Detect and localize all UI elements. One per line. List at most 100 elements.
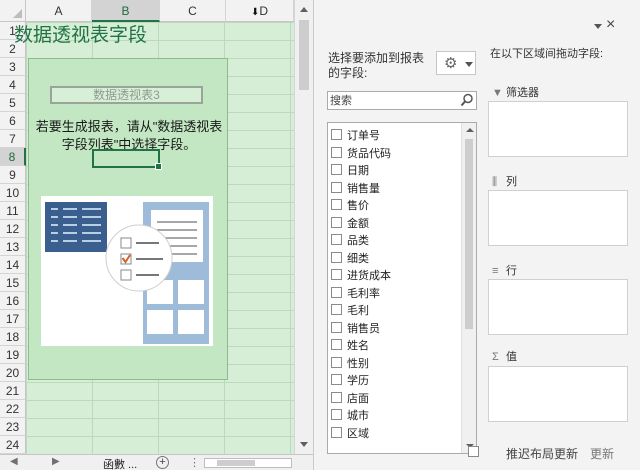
field-checkbox[interactable]: [331, 199, 342, 210]
row-header-14[interactable]: 14: [0, 256, 26, 274]
column-header-c[interactable]: C: [160, 0, 226, 22]
row-header-9[interactable]: 9: [0, 166, 26, 184]
filters-drop-zone[interactable]: [488, 101, 628, 157]
field-item[interactable]: 细类: [328, 249, 460, 266]
field-item[interactable]: 店面: [328, 389, 460, 406]
defer-update-checkbox[interactable]: [468, 446, 479, 457]
field-checkbox[interactable]: [331, 252, 342, 263]
field-checkbox[interactable]: [331, 269, 342, 280]
row-header-12[interactable]: 12: [0, 220, 26, 238]
field-checkbox[interactable]: [331, 164, 342, 175]
field-item[interactable]: 毛利: [328, 301, 460, 318]
row-header-15[interactable]: 15: [0, 274, 26, 292]
row-header-11[interactable]: 11: [0, 202, 26, 220]
column-header-a[interactable]: A: [26, 0, 92, 22]
select-all-corner[interactable]: [0, 0, 26, 22]
field-label: 毛利率: [347, 288, 380, 300]
field-checkbox[interactable]: [331, 339, 342, 350]
field-checkbox[interactable]: [331, 392, 342, 403]
field-item[interactable]: 进货成本: [328, 266, 460, 283]
field-search-box[interactable]: [327, 91, 477, 110]
sheet-tab[interactable]: 函數 ...: [103, 456, 137, 470]
row-header-3[interactable]: 3: [0, 58, 26, 76]
field-checkbox[interactable]: [331, 129, 342, 140]
field-checkbox[interactable]: [331, 374, 342, 385]
rows-area-header: ≡ 行: [492, 262, 517, 278]
field-item[interactable]: 毛利率: [328, 284, 460, 301]
search-icon[interactable]: [460, 93, 474, 107]
prev-sheet-icon[interactable]: ◀: [10, 456, 18, 467]
row-header-20[interactable]: 20: [0, 364, 26, 382]
row-header-8[interactable]: 8: [0, 148, 26, 166]
field-checkbox[interactable]: [331, 147, 342, 158]
values-drop-zone[interactable]: [488, 366, 628, 422]
field-item[interactable]: 订单号: [328, 126, 460, 143]
field-label: 城市: [347, 410, 369, 422]
search-input[interactable]: [330, 93, 454, 108]
field-item[interactable]: 区域: [328, 424, 460, 441]
update-button[interactable]: 更新: [590, 445, 614, 462]
rows-drop-zone[interactable]: [488, 279, 628, 335]
row-header-6[interactable]: 6: [0, 112, 26, 130]
row-header-22[interactable]: 22: [0, 400, 26, 418]
pane-menu-dropdown-icon[interactable]: [594, 24, 602, 29]
field-item[interactable]: 日期: [328, 161, 460, 178]
field-item[interactable]: 姓名: [328, 336, 460, 353]
field-list-scrollbar[interactable]: [461, 123, 476, 453]
row-header-19[interactable]: 19: [0, 346, 26, 364]
row-header-23[interactable]: 23: [0, 418, 26, 436]
field-label: 销售量: [347, 183, 380, 195]
field-checkbox[interactable]: [331, 287, 342, 298]
scroll-thumb[interactable]: [465, 139, 473, 329]
field-checkbox[interactable]: [331, 427, 342, 438]
row-header-24[interactable]: 24: [0, 436, 26, 454]
field-item[interactable]: 销售员: [328, 319, 460, 336]
next-sheet-icon[interactable]: ▶: [52, 456, 60, 467]
field-label: 姓名: [347, 340, 369, 352]
field-label: 进货成本: [347, 270, 391, 282]
pane-footer: 推迟布局更新 更新: [462, 442, 640, 470]
field-item[interactable]: 品类: [328, 231, 460, 248]
close-icon[interactable]: ×: [606, 16, 615, 34]
row-header-13[interactable]: 13: [0, 238, 26, 256]
field-item[interactable]: 城市: [328, 406, 460, 423]
field-checkbox[interactable]: [331, 182, 342, 193]
field-checkbox[interactable]: [331, 304, 342, 315]
tab-split-handle[interactable]: ⋮: [189, 456, 200, 469]
field-item[interactable]: 销售量: [328, 179, 460, 196]
field-checkbox[interactable]: [331, 409, 342, 420]
field-checkbox[interactable]: [331, 322, 342, 333]
scroll-up-icon[interactable]: [300, 7, 308, 12]
row-header-5[interactable]: 5: [0, 94, 26, 112]
row-header-17[interactable]: 17: [0, 310, 26, 328]
hscroll-thumb[interactable]: [217, 460, 255, 466]
field-checkbox[interactable]: [331, 357, 342, 368]
column-header-d[interactable]: ⬇D: [226, 0, 294, 22]
scroll-up-icon[interactable]: [466, 128, 474, 132]
row-header-21[interactable]: 21: [0, 382, 26, 400]
row-header-16[interactable]: 16: [0, 292, 26, 310]
row-header-10[interactable]: 10: [0, 184, 26, 202]
field-item[interactable]: 性别: [328, 354, 460, 371]
gear-icon: ⚙: [444, 55, 458, 72]
row-header-7[interactable]: 7: [0, 130, 26, 148]
active-cell-b8[interactable]: [92, 149, 162, 170]
field-item[interactable]: 学历: [328, 371, 460, 388]
field-item[interactable]: 金额: [328, 214, 460, 231]
field-checkbox[interactable]: [331, 234, 342, 245]
sheet-horizontal-scrollbar[interactable]: [204, 458, 292, 468]
row-header-18[interactable]: 18: [0, 328, 26, 346]
field-item[interactable]: 售价: [328, 196, 460, 213]
field-checkbox[interactable]: [331, 217, 342, 228]
row-header-4[interactable]: 4: [0, 76, 26, 94]
field-settings-button[interactable]: ⚙: [436, 51, 476, 75]
add-sheet-icon[interactable]: +: [156, 456, 169, 469]
scroll-down-icon[interactable]: [300, 442, 308, 447]
scroll-thumb[interactable]: [299, 20, 309, 90]
field-item[interactable]: 货品代码: [328, 144, 460, 161]
pivot-illustration: [41, 196, 213, 346]
sheet-vertical-scrollbar[interactable]: [294, 0, 313, 454]
column-header-b[interactable]: B: [92, 0, 160, 22]
columns-drop-zone[interactable]: [488, 190, 628, 246]
field-label: 金额: [347, 218, 369, 230]
